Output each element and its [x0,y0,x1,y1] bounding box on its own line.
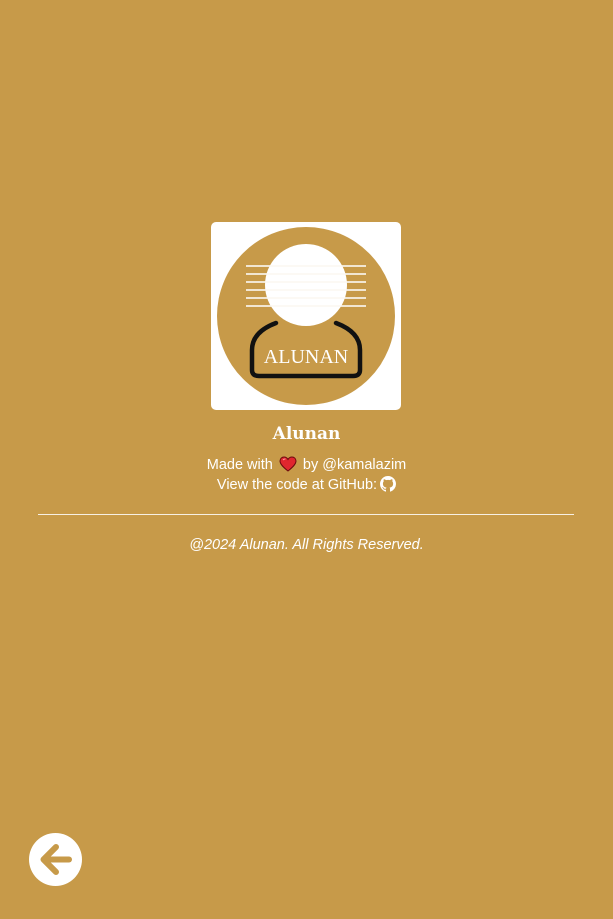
alunan-logo-icon: ALUNAN [217,227,395,405]
footer-divider [38,514,574,515]
code-line: View the code at GitHub: [0,476,613,497]
github-icon[interactable] [380,476,397,497]
arrow-left-icon [40,844,72,875]
author-text: by @kamalazim [302,457,407,473]
view-code-text: View the code at GitHub: [216,477,378,493]
credit-line: Made with by @kamalazim [0,456,613,477]
app-name: Alunan [272,424,341,444]
copyright-text: @2024 Alunan. All Rights Reserved. [189,537,424,553]
logo-text: ALUNAN [264,346,348,368]
heart-icon [279,456,297,477]
made-with-text: Made with [206,457,273,473]
logo-card: ALUNAN [211,222,401,410]
back-button[interactable] [29,833,82,886]
